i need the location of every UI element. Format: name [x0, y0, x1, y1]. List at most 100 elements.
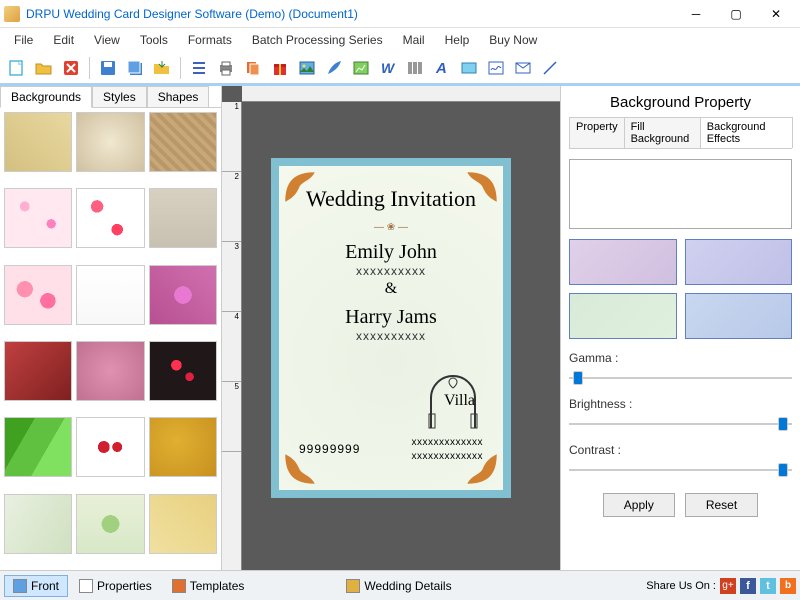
svg-text:W: W — [381, 60, 396, 76]
menu-help[interactable]: Help — [437, 31, 478, 49]
contrast-label: Contrast : — [569, 443, 792, 457]
card-amp[interactable]: & — [293, 280, 489, 298]
background-thumb-2[interactable] — [149, 112, 217, 172]
wordart-icon[interactable]: W — [377, 57, 399, 79]
background-thumb-4[interactable] — [76, 188, 144, 248]
background-thumb-11[interactable] — [149, 341, 217, 401]
wedding-details-button[interactable]: Wedding Details — [337, 575, 460, 597]
signature-icon[interactable] — [485, 57, 507, 79]
menu-view[interactable]: View — [86, 31, 128, 49]
picture-icon[interactable] — [350, 57, 372, 79]
card-name2[interactable]: Harry Jams — [293, 306, 489, 329]
templates-button[interactable]: Templates — [163, 575, 254, 597]
googleplus-icon[interactable]: g+ — [720, 578, 736, 594]
card-ph1[interactable]: xxxxxxxxxx — [293, 264, 489, 278]
background-thumb-17[interactable] — [149, 494, 217, 554]
line-icon[interactable] — [539, 57, 561, 79]
wedding-card[interactable]: Wedding Invitation — ❀ — Emily John xxxx… — [271, 158, 511, 498]
menu-formats[interactable]: Formats — [180, 31, 240, 49]
bottombar: Front Properties Templates Wedding Detai… — [0, 570, 800, 600]
rtab-property[interactable]: Property — [569, 117, 625, 148]
envelope-icon[interactable] — [512, 57, 534, 79]
front-button[interactable]: Front — [4, 575, 68, 597]
window-title: DRPU Wedding Card Designer Software (Dem… — [26, 7, 676, 21]
reset-button[interactable]: Reset — [685, 493, 758, 517]
background-thumb-13[interactable] — [76, 417, 144, 477]
card-heading[interactable]: Wedding Invitation — [293, 186, 489, 212]
maximize-button[interactable]: ▢ — [716, 1, 756, 27]
menu-batch[interactable]: Batch Processing Series — [244, 31, 391, 49]
minimize-button[interactable]: ─ — [676, 1, 716, 27]
facebook-icon[interactable]: f — [740, 578, 756, 594]
tab-styles[interactable]: Styles — [92, 86, 147, 108]
barcode-icon[interactable] — [404, 57, 426, 79]
gamma-label: Gamma : — [569, 351, 792, 365]
background-thumb-12[interactable] — [4, 417, 72, 477]
feather-icon[interactable] — [323, 57, 345, 79]
background-thumb-8[interactable] — [149, 265, 217, 325]
copy-icon[interactable] — [242, 57, 264, 79]
effect-thumb-2[interactable] — [569, 293, 677, 339]
share-label: Share Us On : — [646, 580, 716, 592]
effect-thumb-1[interactable] — [685, 239, 793, 285]
brightness-slider[interactable] — [569, 417, 792, 431]
card-villa[interactable]: Villa — [444, 392, 475, 410]
save-icon[interactable] — [97, 57, 119, 79]
menu-tools[interactable]: Tools — [132, 31, 176, 49]
text-icon[interactable]: A — [431, 57, 453, 79]
background-thumb-10[interactable] — [76, 341, 144, 401]
brightness-label: Brightness : — [569, 397, 792, 411]
close-button[interactable]: ✕ — [756, 1, 796, 27]
export-icon[interactable] — [151, 57, 173, 79]
contrast-slider[interactable] — [569, 463, 792, 477]
background-thumb-0[interactable] — [4, 112, 72, 172]
background-thumb-14[interactable] — [149, 417, 217, 477]
twitter-icon[interactable]: t — [760, 578, 776, 594]
background-thumb-9[interactable] — [4, 341, 72, 401]
effect-thumb-3[interactable] — [685, 293, 793, 339]
effect-preview — [569, 159, 792, 229]
svg-text:A: A — [435, 60, 447, 77]
menu-mail[interactable]: Mail — [395, 31, 433, 49]
left-panel: Backgrounds Styles Shapes — [0, 86, 222, 570]
rtab-fill[interactable]: Fill Background — [624, 117, 701, 148]
background-thumb-16[interactable] — [76, 494, 144, 554]
titlebar: DRPU Wedding Card Designer Software (Dem… — [0, 0, 800, 28]
print-icon[interactable] — [215, 57, 237, 79]
background-grid — [0, 107, 221, 570]
effect-grid — [569, 239, 792, 339]
open-icon[interactable] — [33, 57, 55, 79]
menu-buy-now[interactable]: Buy Now — [481, 31, 545, 49]
effect-thumb-0[interactable] — [569, 239, 677, 285]
rtab-effects[interactable]: Background Effects — [700, 117, 793, 148]
blogger-icon[interactable]: b — [780, 578, 796, 594]
properties-button[interactable]: Properties — [70, 575, 161, 597]
gamma-slider[interactable] — [569, 371, 792, 385]
right-panel: Background Property Property Fill Backgr… — [560, 86, 800, 570]
canvas-area[interactable]: 12345 Wedding Invitation — ❀ — Emily Joh… — [222, 86, 560, 570]
delete-icon[interactable] — [60, 57, 82, 79]
background-thumb-1[interactable] — [76, 112, 144, 172]
gift-icon[interactable] — [269, 57, 291, 79]
shape-icon[interactable] — [458, 57, 480, 79]
new-icon[interactable] — [6, 57, 28, 79]
card-ph2[interactable]: xxxxxxxxxx — [293, 329, 489, 343]
toolbar: W A — [0, 52, 800, 86]
ruler-horizontal — [242, 86, 560, 102]
card-bottom-left[interactable]: 99999999 — [299, 442, 360, 456]
tab-backgrounds[interactable]: Backgrounds — [0, 86, 92, 108]
menu-file[interactable]: File — [6, 31, 41, 49]
card-name1[interactable]: Emily John — [293, 241, 489, 264]
background-thumb-3[interactable] — [4, 188, 72, 248]
apply-button[interactable]: Apply — [603, 493, 675, 517]
image-icon[interactable] — [296, 57, 318, 79]
background-thumb-15[interactable] — [4, 494, 72, 554]
list-icon[interactable] — [188, 57, 210, 79]
save-all-icon[interactable] — [124, 57, 146, 79]
card-bottom-right[interactable]: xxxxxxxxxxxxx xxxxxxxxxxxxx — [412, 436, 484, 464]
background-thumb-7[interactable] — [76, 265, 144, 325]
tab-shapes[interactable]: Shapes — [147, 86, 210, 108]
menu-edit[interactable]: Edit — [45, 31, 82, 49]
background-thumb-6[interactable] — [4, 265, 72, 325]
background-thumb-5[interactable] — [149, 188, 217, 248]
